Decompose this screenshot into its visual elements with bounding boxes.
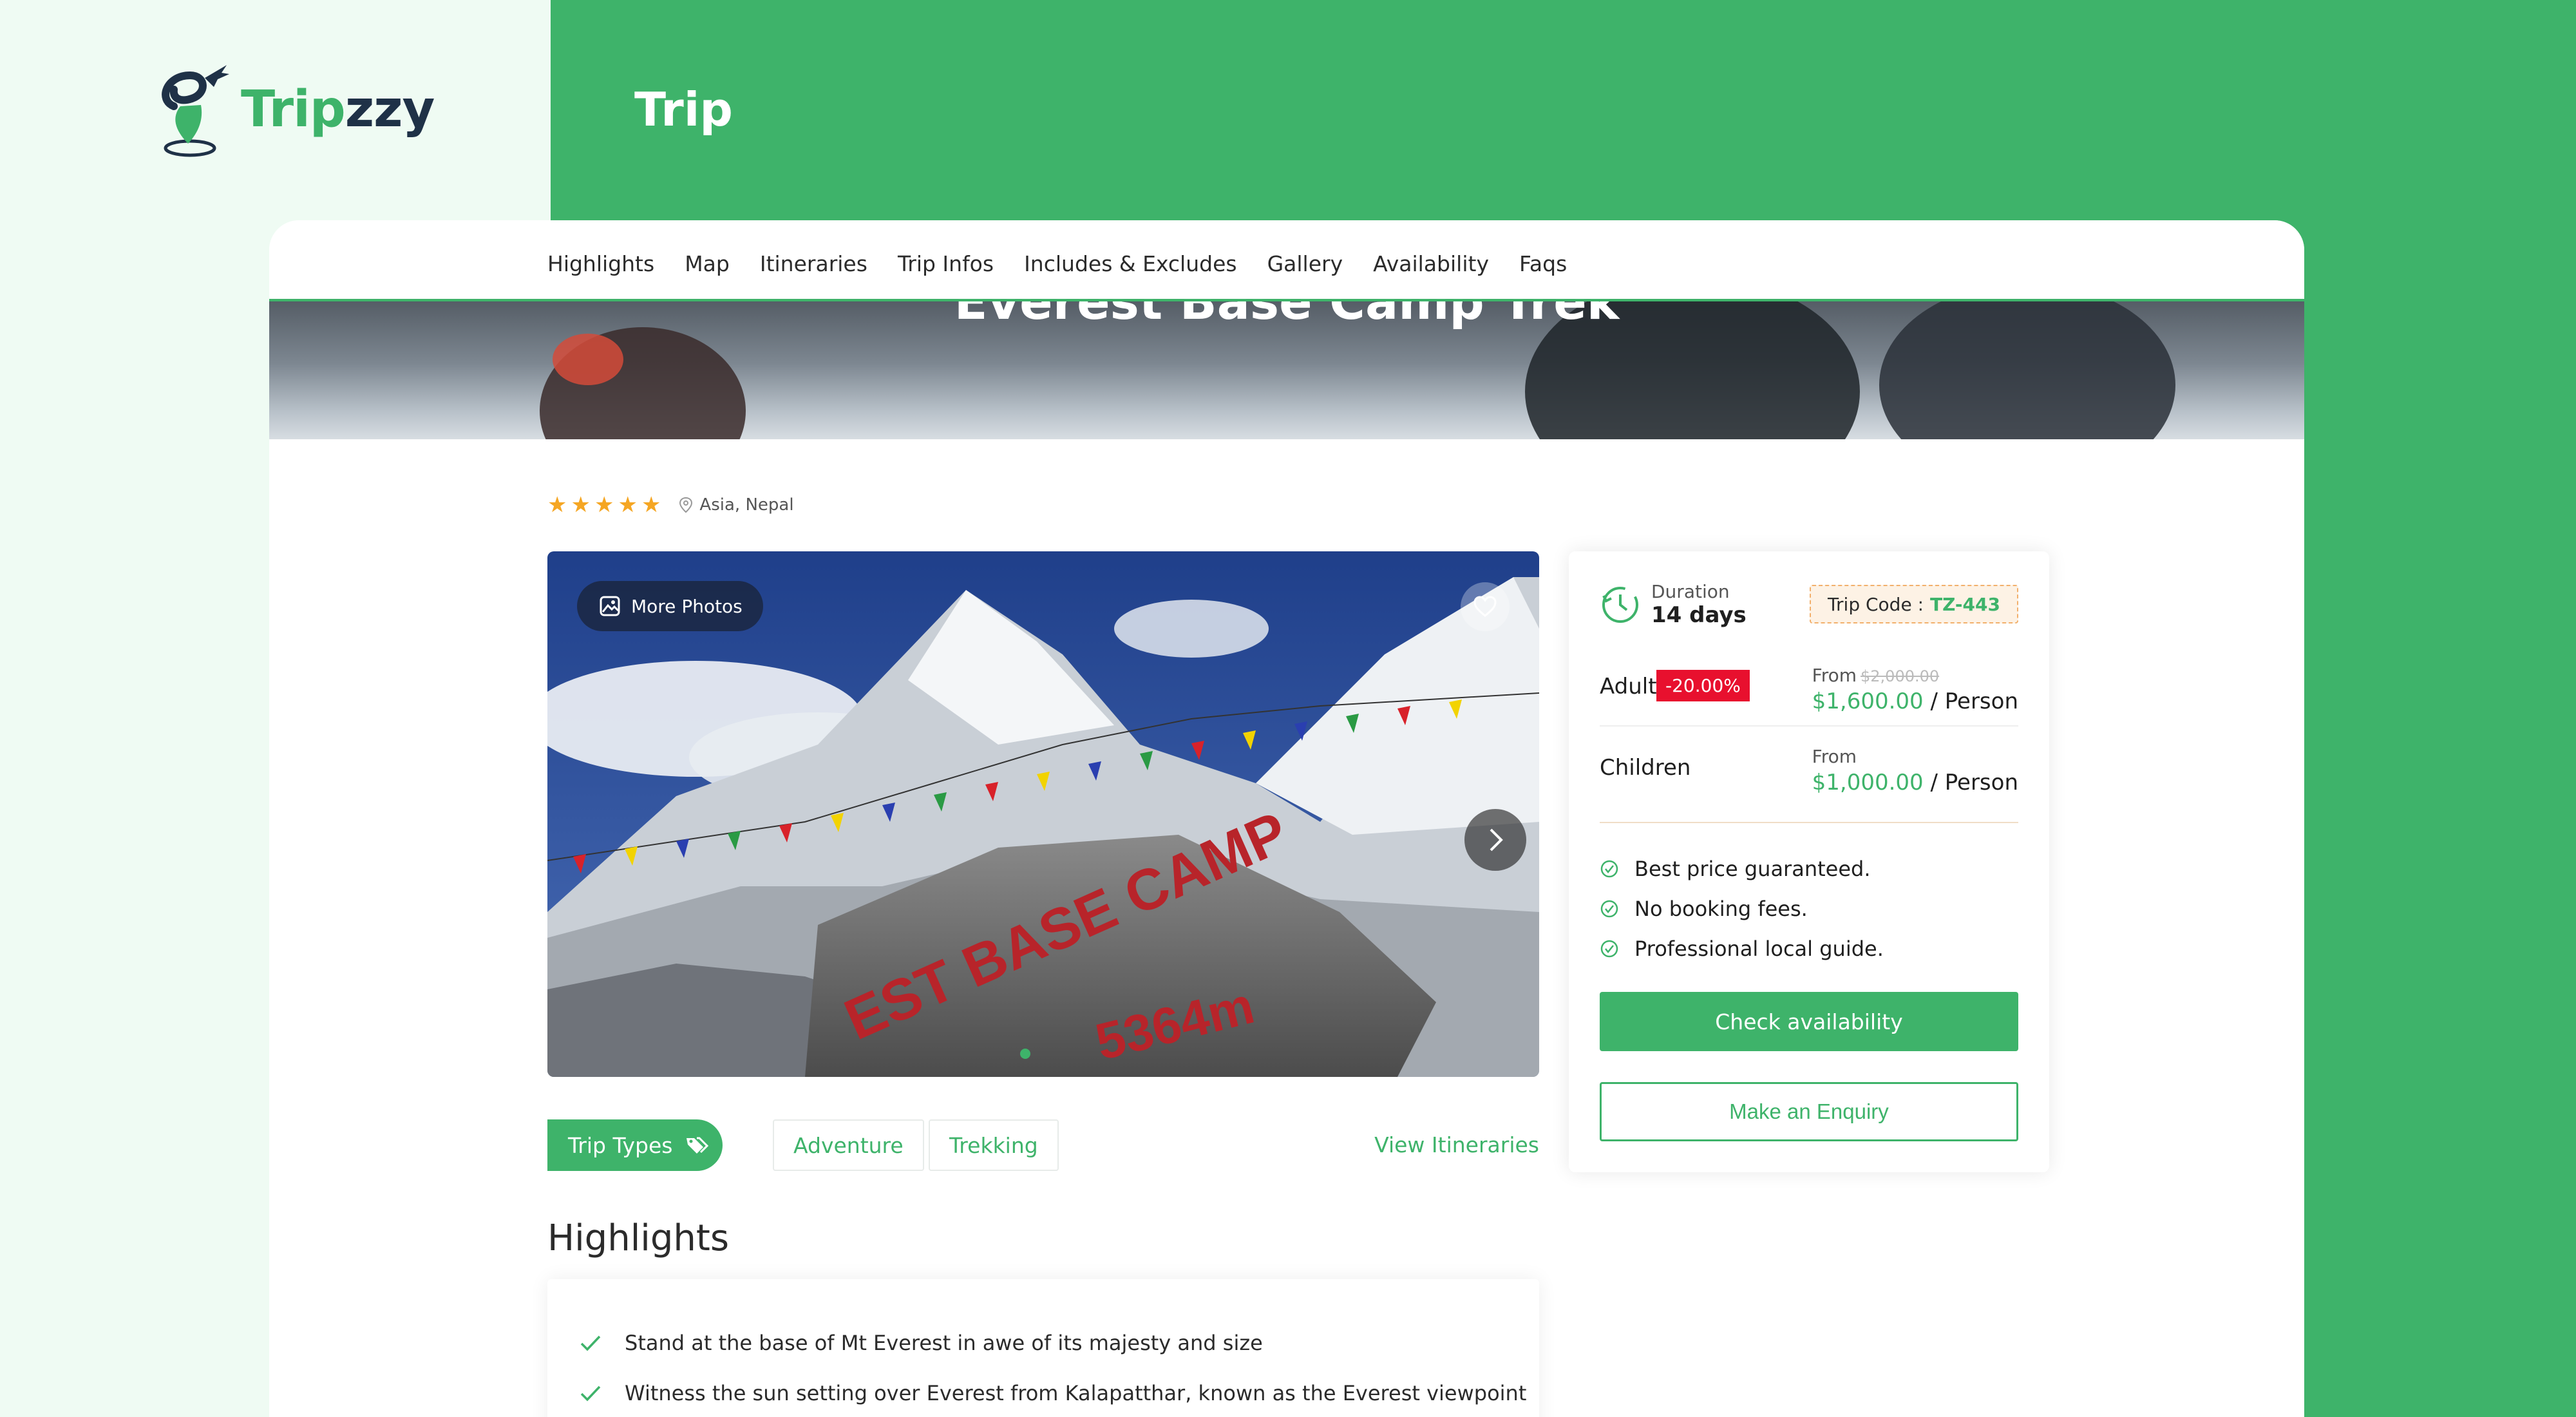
adult-price-value: $1,600.00 [1812, 689, 1924, 714]
logo-text-zzy: zzy [345, 81, 435, 138]
check-availability-button[interactable]: Check availability [1600, 992, 2018, 1051]
from-label: From [1812, 665, 1857, 686]
duration-label: Duration [1651, 581, 1730, 602]
view-itineraries-link[interactable]: View Itineraries [1374, 1132, 1539, 1157]
check-circle-icon [1600, 900, 1618, 918]
adult-price-row: Adult -20.00% From $2,000.00 $1,600.00 / … [1600, 665, 2018, 745]
feature-item: Best price guaranteed. [1600, 857, 1871, 881]
features-divider [1600, 822, 2018, 823]
trip-duration: Duration 14 days [1600, 581, 1747, 628]
trip-types-row: Trip Types Adventure Trekking View Itine… [547, 1119, 1539, 1171]
make-enquiry-button[interactable]: Make an Enquiry [1600, 1082, 2018, 1141]
trip-types-button[interactable]: Trip Types [547, 1119, 723, 1171]
trip-type-chip-adventure[interactable]: Adventure [773, 1119, 924, 1171]
pagination-dot-active[interactable] [1020, 1049, 1030, 1059]
gallery-pagination [1020, 1049, 1030, 1059]
wishlist-button[interactable] [1461, 582, 1510, 631]
trip-types-label: Trip Types [568, 1132, 673, 1158]
hero-climber-helmet [553, 334, 623, 385]
trip-meta: ★ ★ ★ ★ ★ Asia, Nepal [547, 492, 794, 518]
check-circle-icon [1600, 860, 1618, 878]
price-divider [1600, 725, 2018, 727]
highlights-heading: Highlights [547, 1217, 729, 1259]
tab-availability[interactable]: Availability [1373, 251, 1489, 276]
booking-panel: Duration 14 days Trip Code : TZ-443 Adul… [1569, 551, 2049, 1172]
check-icon [580, 1385, 601, 1402]
children-price-row: Children From $1,000.00 / Person [1600, 746, 2018, 826]
tab-gallery[interactable]: Gallery [1267, 251, 1343, 276]
adult-price: From $2,000.00 $1,600.00 / Person [1812, 665, 2018, 714]
tab-includes-excludes[interactable]: Includes & Excludes [1024, 251, 1237, 276]
logo-icon [162, 65, 229, 157]
gallery-next-button[interactable] [1464, 809, 1526, 871]
logo-wordmark: Tripzzy [241, 81, 435, 138]
page-title: Trip [634, 82, 733, 137]
trip-code-value: TZ-443 [1930, 593, 2000, 615]
star-icon: ★ [594, 492, 614, 518]
from-label: From [1812, 746, 1857, 767]
trip-location: Asia, Nepal [679, 495, 794, 515]
children-price: From $1,000.00 / Person [1812, 746, 2018, 795]
feature-text: No booking fees. [1634, 897, 1808, 921]
trip-code-label: Trip Code : [1828, 593, 1924, 615]
tab-list: Highlights Map Itineraries Trip Infos In… [547, 251, 1567, 276]
duration-value: 14 days [1651, 602, 1747, 628]
feature-item: Professional local guide. [1600, 937, 1884, 961]
heart-icon [1473, 596, 1497, 617]
star-icon: ★ [547, 492, 567, 518]
feature-text: Professional local guide. [1634, 937, 1884, 961]
highlight-text: Witness the sun setting over Everest fro… [625, 1381, 1527, 1405]
check-circle-icon [1600, 940, 1618, 958]
trip-type-chip-trekking[interactable]: Trekking [929, 1119, 1059, 1171]
highlights-list: Stand at the base of Mt Everest in awe o… [547, 1279, 1539, 1417]
tab-itineraries[interactable]: Itineraries [760, 251, 867, 276]
clock-icon [1602, 586, 1638, 623]
star-icon: ★ [618, 492, 638, 518]
trip-detail-card: Highlights Map Itineraries Trip Infos In… [269, 220, 2304, 1417]
tags-icon [687, 1137, 709, 1154]
more-photos-button[interactable]: More Photos [577, 581, 763, 631]
feature-item: No booking fees. [1600, 897, 1808, 921]
highlight-text: Stand at the base of Mt Everest in awe o… [625, 1331, 1263, 1355]
list-item: Witness the sun setting over Everest fro… [580, 1381, 1526, 1405]
check-icon [580, 1335, 601, 1351]
chevron-right-icon [1490, 828, 1503, 851]
tab-faqs[interactable]: Faqs [1519, 251, 1567, 276]
rating-stars: ★ ★ ★ ★ ★ [547, 492, 661, 518]
more-photos-label: More Photos [631, 595, 743, 617]
star-icon: ★ [641, 492, 661, 518]
children-label: Children [1600, 755, 1691, 781]
price-unit: / Person [1930, 770, 2018, 795]
tab-trip-infos[interactable]: Trip Infos [898, 251, 994, 276]
image-icon [600, 596, 620, 616]
discount-badge: -20.00% [1656, 670, 1750, 701]
price-unit: / Person [1930, 689, 2018, 714]
list-item: Stand at the base of Mt Everest in awe o… [580, 1331, 1263, 1355]
tab-map[interactable]: Map [685, 251, 730, 276]
hero-banner: Everest Base Camp Trek [269, 301, 2304, 439]
map-pin-icon [679, 497, 693, 513]
trip-code-badge: Trip Code : TZ-443 [1810, 585, 2018, 623]
tab-highlights[interactable]: Highlights [547, 251, 654, 276]
section-tabs: Highlights Map Itineraries Trip Infos In… [269, 220, 2304, 301]
adult-label: Adult [1600, 674, 1657, 699]
hero-title: Everest Base Camp Trek [954, 301, 1620, 330]
star-icon: ★ [571, 492, 591, 518]
feature-text: Best price guaranteed. [1634, 857, 1871, 881]
location-text: Asia, Nepal [699, 495, 794, 515]
trip-photo-gallery[interactable]: EST BASE CAMP 5364m More Photos [547, 551, 1539, 1077]
tripzzy-logo[interactable]: Tripzzy [155, 61, 435, 158]
logo-text-trip: Trip [241, 81, 346, 138]
old-price: $2,000.00 [1861, 667, 1940, 685]
children-price-value: $1,000.00 [1812, 770, 1924, 795]
